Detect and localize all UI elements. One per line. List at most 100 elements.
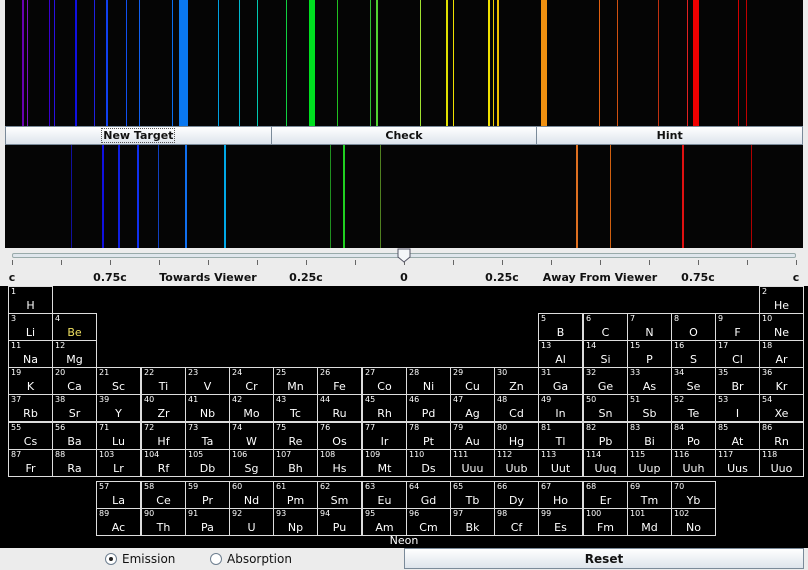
element-cell[interactable]: 102 No [671,508,716,536]
element-cell[interactable]: 40 Zr [141,394,186,422]
element-cell[interactable]: 33 As [627,367,672,395]
element-cell[interactable]: 117 Uus [715,449,760,477]
element-cell[interactable]: 30 Zn [494,367,539,395]
element-cell[interactable]: 53 I [715,394,760,422]
element-cell[interactable]: 28 Ni [406,367,451,395]
element-cell[interactable]: 108 Hs [317,449,362,477]
element-cell[interactable]: 17 Cl [715,340,760,368]
element-cell[interactable]: 57 La [96,481,141,509]
element-cell[interactable]: 89 Ac [96,508,141,536]
element-cell[interactable]: 51 Sb [627,394,672,422]
element-cell[interactable]: 65 Tb [450,481,495,509]
element-cell[interactable]: 60 Nd [229,481,274,509]
element-cell[interactable]: 11 Na [8,340,53,368]
element-cell[interactable]: 73 Ta [185,422,230,450]
element-cell[interactable]: 101 Md [627,508,672,536]
element-cell[interactable]: 99 Es [538,508,583,536]
element-cell[interactable]: 88 Ra [52,449,97,477]
element-cell[interactable]: 114 Uuq [583,449,628,477]
element-cell[interactable]: 104 Rf [141,449,186,477]
element-cell[interactable]: 16 S [671,340,716,368]
element-cell[interactable]: 42 Mo [229,394,274,422]
element-cell[interactable]: 82 Pb [583,422,628,450]
element-cell[interactable]: 109 Mt [362,449,407,477]
element-cell[interactable]: 116 Uuh [671,449,716,477]
element-cell[interactable]: 106 Sg [229,449,274,477]
element-cell[interactable]: 22 Ti [141,367,186,395]
element-cell[interactable]: 96 Cm [406,508,451,536]
element-cell[interactable]: 50 Sn [583,394,628,422]
element-cell[interactable]: 107 Bh [273,449,318,477]
element-cell[interactable]: 85 At [715,422,760,450]
element-cell[interactable]: 37 Rb [8,394,53,422]
velocity-slider[interactable]: c 0.75c Towards Viewer 0.25c 0 0.25c Awa… [0,248,808,286]
element-cell[interactable]: 86 Rn [759,422,804,450]
hint-button[interactable]: Hint [537,126,804,145]
element-cell[interactable]: 25 Mn [273,367,318,395]
element-cell[interactable]: 70 Yb [671,481,716,509]
element-cell[interactable]: 9F [715,313,760,341]
element-cell[interactable]: 100 Fm [583,508,628,536]
element-cell[interactable]: 76 Os [317,422,362,450]
emission-radio[interactable]: Emission [105,552,175,566]
element-cell[interactable]: 12 Mg [52,340,97,368]
element-cell[interactable]: 24 Cr [229,367,274,395]
element-cell[interactable]: 2 He [759,286,804,314]
radio-circle-emission[interactable] [105,553,117,565]
element-cell[interactable]: 66 Dy [494,481,539,509]
element-cell[interactable]: 34 Se [671,367,716,395]
element-cell[interactable]: 72 Hf [141,422,186,450]
element-cell[interactable]: 19 K [8,367,53,395]
element-cell[interactable]: 27 Co [362,367,407,395]
element-cell[interactable]: 59 Pr [185,481,230,509]
element-cell[interactable]: 54 Xe [759,394,804,422]
reset-button[interactable]: Reset [404,548,804,569]
element-cell[interactable]: 10 Ne [759,313,804,341]
element-cell[interactable]: 26 Fe [317,367,362,395]
element-cell[interactable]: 56 Ba [52,422,97,450]
element-cell[interactable]: 47 Ag [450,394,495,422]
element-cell[interactable]: 115 Uup [627,449,672,477]
element-cell[interactable]: 98 Cf [494,508,539,536]
element-cell[interactable]: 32 Ge [583,367,628,395]
element-cell[interactable]: 29 Cu [450,367,495,395]
element-cell[interactable]: 18 Ar [759,340,804,368]
element-cell[interactable]: 49 In [538,394,583,422]
element-cell[interactable]: 36 Kr [759,367,804,395]
element-cell[interactable]: 39 Y [96,394,141,422]
element-cell[interactable]: 55 Cs [8,422,53,450]
element-cell[interactable]: 77 Ir [362,422,407,450]
element-cell[interactable]: 79 Au [450,422,495,450]
element-cell[interactable]: 21 Sc [96,367,141,395]
element-cell[interactable]: 81 Tl [538,422,583,450]
element-cell[interactable]: 8O [671,313,716,341]
element-cell[interactable]: 15 P [627,340,672,368]
element-cell[interactable]: 97 Bk [450,508,495,536]
element-cell[interactable]: 44 Ru [317,394,362,422]
radio-circle-absorption[interactable] [210,553,222,565]
element-cell[interactable]: 48 Cd [494,394,539,422]
element-cell[interactable]: 58 Ce [141,481,186,509]
element-cell[interactable]: 118 Uuo [759,449,804,477]
element-cell[interactable]: 95 Am [362,508,407,536]
element-cell[interactable]: 63 Eu [362,481,407,509]
element-cell[interactable]: 91 Pa [185,508,230,536]
element-cell[interactable]: 35 Br [715,367,760,395]
element-cell[interactable]: 4 Be [52,313,97,341]
element-cell[interactable]: 20 Ca [52,367,97,395]
element-cell[interactable]: 93 Np [273,508,318,536]
element-cell[interactable]: 112 Uub [494,449,539,477]
element-cell[interactable]: 68 Er [583,481,628,509]
element-cell[interactable]: 80 Hg [494,422,539,450]
element-cell[interactable]: 90 Th [141,508,186,536]
absorption-radio[interactable]: Absorption [210,552,292,566]
slider-thumb[interactable] [397,248,411,263]
element-cell[interactable]: 78 Pt [406,422,451,450]
element-cell[interactable]: 75 Re [273,422,318,450]
element-cell[interactable]: 45 Rh [362,394,407,422]
element-cell[interactable]: 111 Uuu [450,449,495,477]
element-cell[interactable]: 46 Pd [406,394,451,422]
element-cell[interactable]: 43 Tc [273,394,318,422]
element-cell[interactable]: 38 Sr [52,394,97,422]
element-cell[interactable]: 52 Te [671,394,716,422]
